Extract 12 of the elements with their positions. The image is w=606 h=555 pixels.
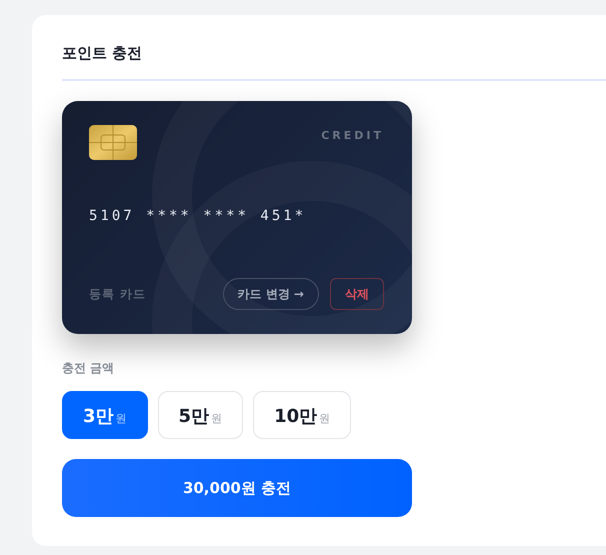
panel-title: 포인트 충전 (62, 43, 144, 63)
card-number: 5107 **** **** 451* (89, 208, 308, 224)
change-card-button[interactable]: 카드 변경 → (222, 278, 319, 310)
amount-option[interactable]: 3만 원 (62, 391, 148, 439)
card-label: 등록 카드 (89, 286, 146, 302)
amount-label: 충전 금액 (62, 360, 116, 377)
card-type: CREDIT (321, 129, 384, 142)
amount-option[interactable]: 10만 원 (253, 391, 352, 439)
amount-option[interactable]: 5만 원 (158, 391, 244, 439)
charge-button[interactable]: 30,000원 충전 (62, 459, 412, 517)
chip-icon (89, 125, 137, 160)
delete-button[interactable]: 삭제 (330, 278, 384, 310)
